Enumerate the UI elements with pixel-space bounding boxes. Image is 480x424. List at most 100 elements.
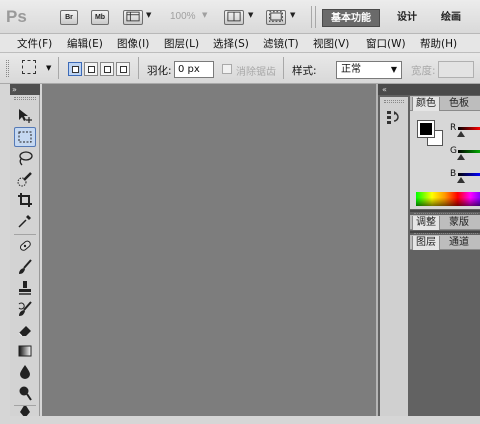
gradient-tool[interactable] — [14, 341, 36, 361]
view-extras-dropdown-icon[interactable]: ▼ — [146, 11, 151, 19]
channel-b-slider[interactable] — [458, 173, 480, 176]
arrange-documents-button[interactable] — [224, 10, 244, 25]
spot-healing-brush-tool[interactable] — [14, 236, 36, 256]
divider — [58, 57, 59, 79]
new-selection-button[interactable] — [68, 62, 82, 76]
launch-mini-bridge-button[interactable]: Mb — [91, 10, 109, 25]
clone-stamp-tool[interactable] — [14, 278, 36, 298]
history-panel-button[interactable] — [384, 106, 404, 128]
color-spectrum-bar[interactable] — [416, 192, 480, 206]
menu-window[interactable]: 窗口(W) — [366, 36, 406, 51]
document-canvas-area[interactable] — [42, 84, 376, 416]
feather-label: 羽化: — [147, 65, 172, 77]
tab-masks[interactable]: 蒙版 — [446, 216, 472, 230]
menu-edit[interactable]: 编辑(E) — [67, 36, 103, 51]
channel-r-slider[interactable] — [458, 127, 480, 130]
divider — [138, 57, 139, 79]
tools-panel-grip[interactable] — [14, 97, 36, 100]
launch-bridge-button[interactable]: Br — [60, 10, 78, 25]
menu-layer[interactable]: 图层(L) — [164, 36, 199, 51]
options-bar-grip[interactable] — [6, 60, 9, 77]
eyedropper-tool[interactable] — [14, 211, 36, 231]
eyedropper-icon — [18, 215, 31, 228]
tool-preset-dropdown-icon[interactable]: ▼ — [46, 64, 51, 72]
chevron-down-icon: ▼ — [390, 65, 397, 74]
tab-adjustments[interactable]: 调整 — [412, 216, 440, 230]
tab-layers[interactable]: 图层 — [412, 236, 440, 250]
width-input[interactable] — [438, 61, 474, 78]
width-label: 宽度: — [411, 65, 436, 77]
screen-mode-icon — [269, 11, 283, 22]
water-drop-icon — [20, 365, 30, 379]
crop-icon — [18, 193, 32, 207]
layers-panel-tabs: 图层 通道 — [410, 235, 480, 250]
style-select[interactable]: 正常 ▼ — [336, 61, 402, 79]
panel-icon-column — [380, 97, 408, 416]
channel-g-label: G — [450, 146, 457, 156]
tab-channels[interactable]: 通道 — [446, 236, 472, 250]
blur-tool[interactable] — [14, 362, 36, 382]
view-extras-icon — [126, 11, 140, 22]
menu-view[interactable]: 视图(V) — [313, 36, 349, 51]
icon-column-grip[interactable] — [384, 100, 404, 103]
view-extras-button[interactable] — [123, 10, 143, 25]
pen-tool[interactable] — [14, 406, 36, 416]
collapse-dock-icon[interactable]: « — [382, 84, 387, 95]
workspace-design-button[interactable]: 设计 — [388, 9, 426, 27]
expand-toolbox-icon[interactable]: » — [12, 85, 17, 94]
options-bar: ▼ 羽化: 0 px 消除锯齿 样式: 正常 ▼ 宽度: — [0, 53, 480, 84]
tool-preset-picker-icon[interactable] — [22, 60, 36, 74]
channel-r-thumb[interactable] — [457, 131, 465, 137]
history-brush-icon — [18, 301, 32, 316]
menu-bar: 文件(F) 编辑(E) 图像(I) 图层(L) 选择(S) 滤镜(T) 视图(V… — [0, 34, 480, 53]
adjustments-panel-tabs: 调整 蒙版 — [410, 215, 480, 230]
intersect-selection-button[interactable] — [116, 62, 130, 76]
channel-b-thumb[interactable] — [457, 177, 465, 183]
tab-swatches[interactable]: 色板 — [446, 97, 472, 111]
foreground-color-swatch[interactable] — [417, 120, 435, 138]
antialias-label: 消除锯齿 — [236, 67, 276, 78]
channel-b-label: B — [450, 169, 457, 179]
zoom-level[interactable]: 100% — [170, 11, 196, 22]
channel-g-slider[interactable] — [458, 150, 480, 153]
crop-tool[interactable] — [14, 190, 36, 210]
brush-tool[interactable] — [14, 257, 36, 277]
tools-panel-header[interactable]: » — [10, 84, 40, 95]
style-value: 正常 — [341, 64, 361, 75]
bandage-icon — [19, 240, 31, 251]
move-tool[interactable] — [14, 106, 36, 126]
menu-help[interactable]: 帮助(H) — [420, 36, 457, 51]
dodge-tool[interactable] — [14, 383, 36, 403]
history-brush-tool[interactable] — [14, 299, 36, 319]
screen-mode-dropdown-icon[interactable]: ▼ — [290, 11, 295, 19]
menu-image[interactable]: 图像(I) — [117, 36, 149, 51]
tools-panel: » — [10, 84, 40, 416]
menu-filter[interactable]: 滤镜(T) — [263, 36, 299, 51]
workspace-painting-button[interactable]: 绘画 — [432, 9, 470, 27]
channel-g-thumb[interactable] — [457, 154, 465, 160]
feather-input[interactable]: 0 px — [174, 61, 214, 78]
eraser-tool[interactable] — [14, 320, 36, 340]
lasso-tool[interactable] — [14, 148, 36, 168]
workspace-essentials-button[interactable]: 基本功能 — [322, 9, 380, 27]
channel-r-label: R — [450, 123, 457, 133]
menu-select[interactable]: 选择(S) — [213, 36, 249, 51]
divider — [311, 6, 312, 28]
rectangular-marquee-tool[interactable] — [14, 127, 36, 147]
brush-icon — [19, 259, 32, 274]
quick-selection-tool[interactable] — [14, 169, 36, 189]
zoom-dropdown-icon[interactable]: ▼ — [202, 11, 207, 19]
left-dock-edge — [0, 84, 10, 416]
subtract-from-selection-button[interactable] — [100, 62, 114, 76]
dodge-icon — [19, 386, 32, 401]
menu-file[interactable]: 文件(F) — [17, 36, 52, 51]
add-to-selection-button[interactable] — [84, 62, 98, 76]
right-dock-header[interactable]: « — [378, 84, 480, 95]
tab-color[interactable]: 颜色 — [412, 97, 440, 111]
arrange-dropdown-icon[interactable]: ▼ — [248, 11, 253, 19]
antialias-checkbox[interactable] — [222, 64, 232, 74]
divider — [14, 234, 36, 235]
pen-icon — [20, 406, 30, 416]
rectangular-marquee-icon — [18, 131, 32, 143]
screen-mode-button[interactable] — [266, 10, 286, 25]
